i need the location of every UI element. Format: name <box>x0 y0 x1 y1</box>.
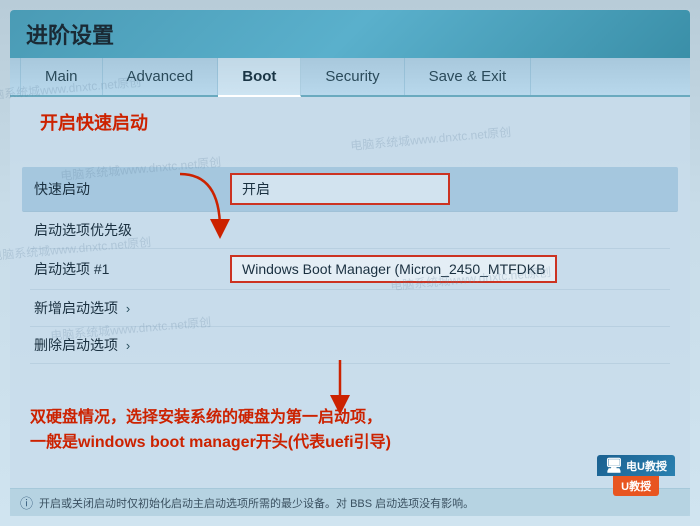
delete-boot-chevron: › <box>126 338 130 353</box>
setting-row-boot-option-1[interactable]: 启动选项 #1 Windows Boot Manager (Micron_245… <box>30 249 670 290</box>
status-bar: ⓘ 开启或关闭启动时仅初始化启动主启动选项所需的最少设备。对 BBS 启动选项没… <box>10 488 690 516</box>
window-title: 进阶设置 <box>26 18 674 50</box>
logo-top: 🖥 电U教授 <box>597 455 675 476</box>
annotation2-text: 双硬盘情况，选择安装系统的硬盘为第一启动项， 一般是windows boot m… <box>30 405 670 456</box>
tab-advanced[interactable]: Advanced <box>103 58 219 95</box>
boot-option-1-box[interactable]: Windows Boot Manager (Micron_2450_MTFDKB <box>230 255 557 283</box>
delete-boot-label: 删除启动选项 › <box>30 335 230 355</box>
quick-boot-value[interactable]: 开启 <box>230 173 670 205</box>
settings-section: 快速启动 开启 启动选项优先级 启动选项 #1 Windows Boot Man… <box>30 167 670 364</box>
arrow-quick-boot <box>170 169 230 254</box>
add-boot-chevron: › <box>126 301 130 316</box>
status-text: 开启或关闭启动时仅初始化启动主启动选项所需的最少设备。对 BBS 启动选项没有影… <box>39 495 474 511</box>
boot-option-1-value[interactable]: Windows Boot Manager (Micron_2450_MTFDKB <box>230 255 670 283</box>
setting-row-boot-priority: 启动选项优先级 <box>30 212 670 249</box>
quick-boot-box[interactable]: 开启 <box>230 173 450 205</box>
nav-tabs: Main Advanced Boot Security Save & Exit <box>10 58 690 97</box>
tab-save-exit[interactable]: Save & Exit <box>405 58 532 95</box>
uefi-window: 进阶设置 Main Advanced Boot Security Save & … <box>10 10 690 516</box>
title-bar: 进阶设置 <box>10 10 690 58</box>
tab-security[interactable]: Security <box>301 58 404 95</box>
setting-row-quick-boot[interactable]: 快速启动 开启 <box>22 167 678 212</box>
boot-option-1-label: 启动选项 #1 <box>30 259 230 279</box>
annotation-quick-boot: 开启快速启动 <box>40 109 148 135</box>
annotation-label-1: 开启快速启动 <box>40 113 148 133</box>
setting-row-add-boot[interactable]: 新增启动选项 › <box>30 290 670 327</box>
tab-boot[interactable]: Boot <box>218 58 301 97</box>
logo-badge: 🖥 电U教授 U教授 <box>597 455 675 496</box>
bottom-annotation: 双硬盘情况，选择安装系统的硬盘为第一启动项， 一般是windows boot m… <box>30 405 670 456</box>
content-area: 开启快速启动 快速启动 开启 <box>10 97 690 369</box>
tab-main[interactable]: Main <box>20 58 103 95</box>
info-icon: ⓘ <box>20 493 33 512</box>
logo-bottom: U教授 <box>613 476 659 496</box>
add-boot-label: 新增启动选项 › <box>30 298 230 318</box>
